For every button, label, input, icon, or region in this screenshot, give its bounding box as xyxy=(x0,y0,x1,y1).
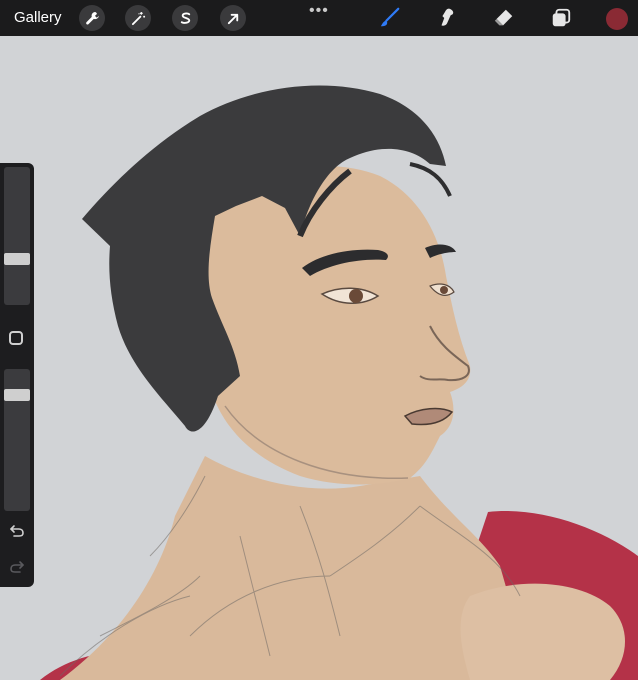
selection-s-icon xyxy=(180,12,190,24)
brush-size-handle[interactable] xyxy=(4,253,30,265)
transform-button[interactable] xyxy=(220,5,246,31)
opacity-slider[interactable] xyxy=(4,369,30,511)
selection-button[interactable] xyxy=(172,5,198,31)
eraser-button[interactable] xyxy=(492,6,516,30)
gallery-button[interactable]: Gallery xyxy=(14,9,62,26)
modify-button[interactable] xyxy=(9,331,23,345)
portrait-artwork xyxy=(40,85,638,680)
smudge-icon xyxy=(441,8,454,26)
top-toolbar: Gallery ••• xyxy=(0,0,638,36)
redo-icon[interactable] xyxy=(9,559,25,575)
drawing-canvas[interactable] xyxy=(0,36,638,680)
opacity-handle[interactable] xyxy=(4,389,30,401)
adjustments-button[interactable] xyxy=(125,5,151,31)
arrow-cursor-icon xyxy=(227,13,238,24)
undo-icon[interactable] xyxy=(9,523,25,539)
wrench-icon xyxy=(85,11,99,25)
layers-button[interactable] xyxy=(549,6,573,30)
paint-button[interactable] xyxy=(378,6,402,30)
actions-button[interactable] xyxy=(79,5,105,31)
more-options-button[interactable]: ••• xyxy=(309,2,329,20)
face-shape xyxy=(191,166,471,485)
color-picker-button[interactable] xyxy=(606,8,628,30)
layers-icon xyxy=(552,8,571,27)
neck-shape xyxy=(60,456,520,680)
left-sidebar xyxy=(0,163,34,587)
brush-icon xyxy=(380,7,400,27)
brush-size-slider[interactable] xyxy=(4,167,30,305)
smudge-button[interactable] xyxy=(435,6,459,30)
magic-wand-icon xyxy=(131,11,145,25)
eraser-icon xyxy=(494,9,513,26)
